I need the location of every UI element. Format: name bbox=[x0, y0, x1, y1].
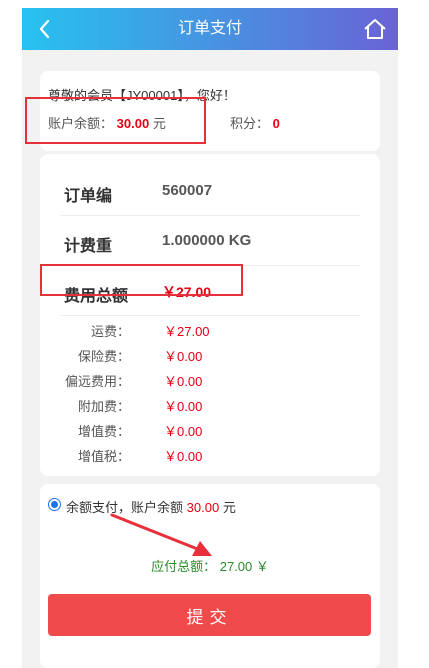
annotation-arrow-icon bbox=[110, 513, 212, 556]
app-screen: 订单支付 尊敬的会员【JY00001】，您好！ 账户余额： 30.00 元 积分… bbox=[22, 8, 398, 668]
